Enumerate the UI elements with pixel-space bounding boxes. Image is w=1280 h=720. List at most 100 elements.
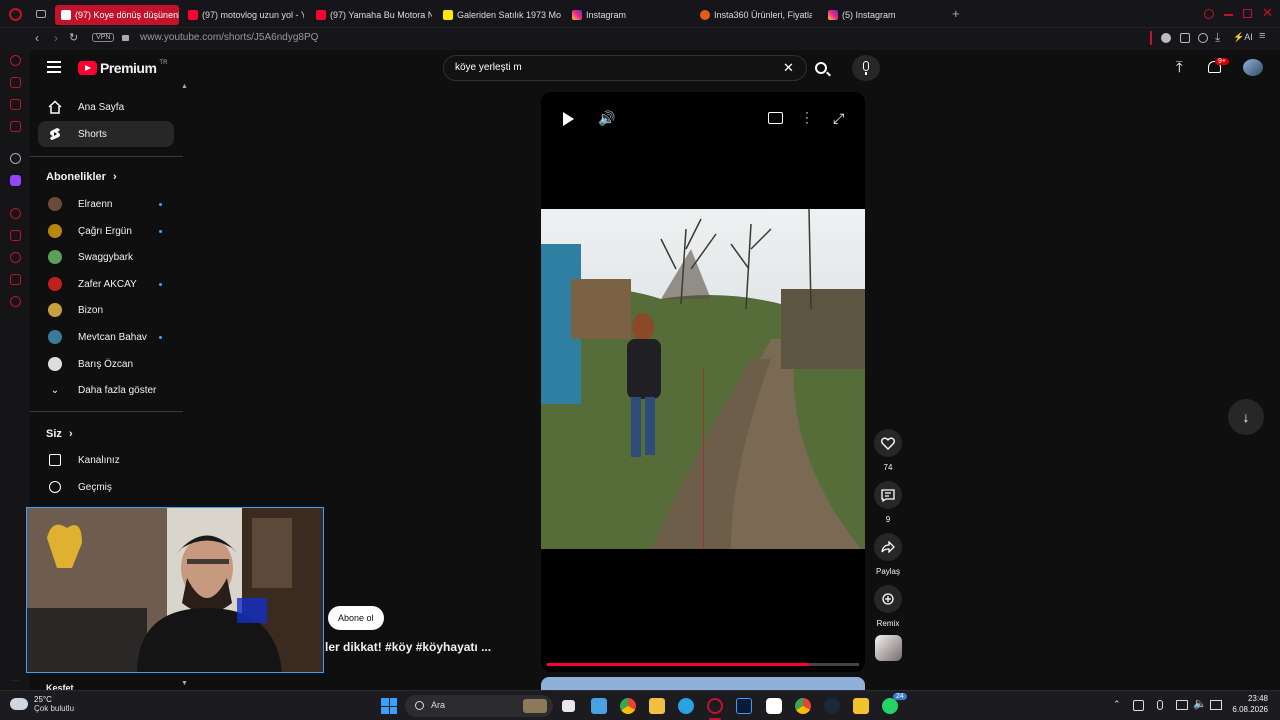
player-icon[interactable] (10, 208, 21, 219)
search-box[interactable]: köye yerleşti m ✕ (443, 55, 831, 81)
tab-active[interactable]: (97) Koye dönüş düşünenle (55, 5, 179, 25)
extension-icon-1[interactable] (1161, 33, 1171, 43)
editor-app-icon[interactable] (853, 698, 869, 714)
tray-display-icon[interactable] (1176, 700, 1188, 710)
channel-name: Bizon (78, 304, 104, 316)
flow-icon[interactable] (10, 121, 21, 132)
tray-overflow-icon[interactable]: ⌃ (1113, 699, 1121, 710)
workspace-icon[interactable] (10, 77, 21, 88)
reload-icon[interactable]: ↻ (69, 31, 78, 44)
discord-icon[interactable] (766, 698, 782, 714)
aria-icon[interactable] (10, 55, 21, 66)
tab-insta360[interactable]: Insta360 Ürünleri, Fiyatları (700, 5, 812, 25)
speaker-icon[interactable]: 🔈 (1193, 697, 1207, 710)
download-icon[interactable]: ⤓ (1215, 30, 1220, 45)
search-tabs-icon[interactable] (1204, 9, 1214, 19)
voice-search-button[interactable] (852, 55, 880, 81)
vpn-badge[interactable]: VPN (92, 33, 115, 42)
scroll-up-arrow-icon[interactable]: ▲ (181, 83, 188, 90)
upload-icon[interactable]: ⤒ (1176, 59, 1183, 76)
messenger-icon[interactable] (10, 99, 21, 110)
tray-app-icon[interactable] (1133, 700, 1144, 711)
opera-taskbar-icon[interactable] (707, 698, 723, 714)
video-frame[interactable] (541, 209, 865, 549)
notes-app-icon[interactable] (591, 698, 607, 714)
photoshop-icon[interactable] (736, 698, 752, 714)
menu-lines-icon[interactable]: ≡ (1259, 30, 1265, 42)
fullscreen-icon[interactable]: ⤢ (833, 110, 844, 127)
close-window-icon[interactable]: ✕ (1262, 5, 1273, 21)
tab-yamaha[interactable]: (97) Yamaha Bu Motora Ne (316, 5, 432, 25)
task-view-icon[interactable] (562, 700, 575, 712)
like-action[interactable]: 74 (874, 429, 902, 472)
clock[interactable]: 23:48 6.08.2026 (1232, 694, 1268, 714)
opera-logo[interactable] (9, 8, 22, 21)
more-options-icon[interactable]: · · · (805, 106, 809, 128)
extensions-puzzle-icon[interactable] (1180, 33, 1190, 43)
sidebar-item-your-channel[interactable]: Kanalınız (38, 447, 174, 473)
play-icon[interactable] (563, 112, 574, 126)
sidebar-item-subscription[interactable]: Bizon (38, 297, 174, 323)
sidebar-item-subscription[interactable]: Zafer AKCAY (38, 271, 174, 297)
file-explorer-icon[interactable] (649, 698, 665, 714)
captions-icon[interactable] (768, 112, 783, 124)
clear-search-icon[interactable]: ✕ (783, 60, 794, 76)
back-icon[interactable]: ‹ (35, 31, 39, 45)
pinboard-icon[interactable] (10, 230, 21, 241)
history-rail-icon[interactable] (10, 252, 21, 263)
url-field[interactable]: www.youtube.com/shorts/J5A6ndyg8PQ (140, 32, 318, 43)
tab-galeri[interactable]: Galeriden Satılık 1973 Mod (443, 5, 561, 25)
search-input[interactable]: köye yerleşti m (455, 62, 522, 73)
sidebar-item-subscription[interactable]: Mevtcan Bahav (38, 324, 174, 350)
next-short-preview[interactable] (541, 677, 865, 690)
forward-icon[interactable]: › (54, 31, 58, 45)
tab-motovlog[interactable]: (97) motovlog uzun yol - Y (188, 5, 304, 25)
next-short-button[interactable]: ↓ (1228, 399, 1264, 435)
share-action[interactable]: Paylaş (874, 533, 902, 576)
settings-rail-icon[interactable] (10, 296, 21, 307)
whatsapp-icon[interactable] (882, 698, 898, 714)
rail-more-icon[interactable]: ··· (10, 675, 19, 685)
scroll-down-arrow-icon[interactable]: ▼ (181, 680, 188, 687)
sidebar-item-history[interactable]: Geçmiş (38, 474, 174, 500)
volume-icon[interactable]: 🔊 (598, 110, 615, 127)
microphone-tray-icon[interactable] (1157, 700, 1163, 710)
sidebar-item-subscription[interactable]: Barış Özcan (38, 351, 174, 377)
new-tab-plus-icon[interactable]: + (952, 6, 960, 21)
sidebar-item-subscription[interactable]: Elraenn (38, 191, 174, 217)
chrome-icon[interactable] (620, 698, 636, 714)
subscriptions-heading[interactable]: Abonelikler › (46, 171, 117, 183)
shorts-player[interactable]: 🔊 · · · ⤢ (541, 92, 865, 672)
chrome-2-icon[interactable] (795, 698, 811, 714)
account-icon[interactable] (1198, 33, 1208, 43)
extensions-rail-icon[interactable] (10, 274, 21, 285)
avatar[interactable] (1243, 59, 1263, 76)
sidebar-item-subscription[interactable]: Çağrı Ergün (38, 218, 174, 244)
tab-instagram[interactable]: Instagram (572, 5, 688, 25)
comment-action[interactable]: 9 (874, 481, 902, 524)
subscribe-button[interactable]: Abone ol (328, 606, 384, 630)
start-button[interactable] (381, 698, 397, 714)
twitch-icon[interactable] (10, 175, 21, 186)
steam-icon[interactable] (824, 698, 840, 714)
telegram-icon[interactable] (678, 698, 694, 714)
network-icon[interactable] (1210, 700, 1222, 710)
sidebar-item-home[interactable]: Ana Sayfa (38, 94, 174, 120)
maximize-icon[interactable] (1243, 9, 1252, 18)
weather-widget[interactable]: 25°C Çok bulutlu (10, 695, 74, 713)
you-heading[interactable]: Siz › (46, 428, 73, 440)
taskbar-search[interactable]: Ara (405, 695, 553, 717)
tab-instagram-5[interactable]: (5) Instagram (828, 5, 944, 25)
show-more-button[interactable]: ⌄ Daha fazla göster (38, 377, 174, 403)
chatgpt-icon[interactable] (10, 153, 21, 164)
explore-heading[interactable]: Keşfet (46, 683, 74, 690)
sidebar-item-shorts[interactable]: Shorts (38, 121, 174, 147)
sound-thumbnail[interactable] (875, 635, 902, 661)
sidebar-item-subscription[interactable]: Swaggybark (38, 244, 174, 270)
remix-action[interactable]: Remix (874, 585, 902, 628)
short-title[interactable]: ler dikkat! #köy #köyhayatı ... (325, 640, 491, 654)
windows-logo-tile (389, 706, 397, 714)
minimize-icon[interactable] (1224, 14, 1233, 16)
aria-ai-button[interactable]: ⚡AI (1233, 32, 1253, 43)
tab-overview-icon[interactable] (36, 10, 46, 18)
